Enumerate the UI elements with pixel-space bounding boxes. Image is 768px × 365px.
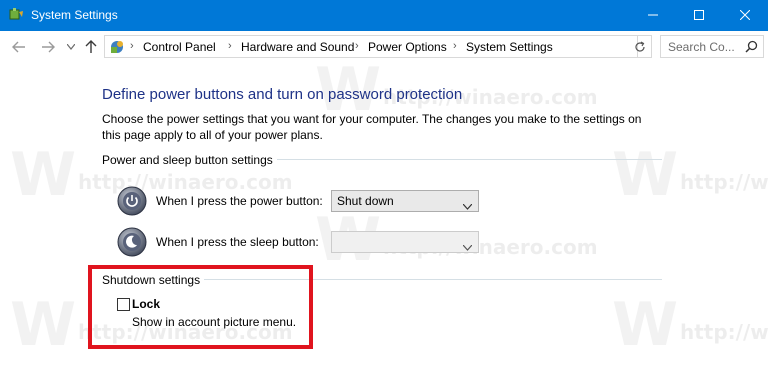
watermark-text: http://winaero.com — [680, 170, 768, 194]
refresh-icon — [634, 40, 645, 52]
power-options-icon — [8, 7, 24, 23]
breadcrumb-separator-icon: › — [228, 40, 232, 52]
power-sleep-group-label: Power and sleep button settings — [102, 153, 277, 167]
control-panel-icon — [109, 39, 125, 55]
power-button-label: When I press the power button: — [156, 194, 323, 208]
page-title: Define power buttons and turn on passwor… — [102, 86, 463, 103]
power-button-value: Shut down — [337, 194, 394, 208]
watermark-logo: W — [10, 140, 77, 210]
breadcrumb-control-panel[interactable]: Control Panel — [143, 40, 216, 54]
breadcrumb-separator-icon: › — [355, 40, 359, 52]
watermark-text: http://winaero.com — [680, 320, 768, 344]
back-button[interactable] — [11, 39, 27, 55]
sleep-button-select[interactable] — [331, 231, 479, 253]
minimize-icon — [648, 9, 658, 23]
highlight-box — [88, 265, 313, 349]
search-placeholder: Search Co... — [668, 40, 735, 54]
close-button[interactable] — [722, 0, 768, 31]
breadcrumb-separator-icon: › — [453, 40, 457, 52]
up-arrow-icon — [85, 40, 97, 53]
minimize-button[interactable] — [630, 0, 676, 31]
breadcrumb-hardware-sound[interactable]: Hardware and Sound — [241, 40, 354, 54]
power-button-select[interactable]: Shut down — [331, 190, 479, 212]
chevron-down-icon — [462, 199, 473, 213]
window-title: System Settings — [31, 8, 118, 22]
recent-locations-button[interactable] — [63, 39, 79, 55]
maximize-icon — [694, 9, 704, 23]
up-button[interactable] — [83, 39, 99, 55]
breadcrumb-system-settings[interactable]: System Settings — [466, 40, 553, 54]
watermark-text: http://winaero.com — [78, 170, 293, 194]
chevron-down-icon — [462, 240, 473, 254]
breadcrumb-power-options[interactable]: Power Options — [368, 40, 447, 54]
forward-arrow-icon — [42, 41, 55, 53]
close-icon — [739, 9, 751, 23]
watermark-logo: W — [612, 140, 679, 210]
search-icon[interactable] — [745, 40, 758, 56]
power-button-icon — [117, 186, 147, 216]
address-bar[interactable]: › Control Panel › Hardware and Sound › P… — [104, 35, 727, 58]
refresh-button[interactable] — [628, 35, 652, 58]
watermark-logo: W — [612, 290, 679, 360]
title-bar[interactable]: System Settings — [0, 0, 768, 31]
sleep-button-icon — [117, 227, 147, 257]
page-description: Choose the power settings that you want … — [102, 112, 642, 142]
back-arrow-icon — [12, 41, 25, 53]
forward-button[interactable] — [40, 39, 56, 55]
breadcrumb-separator-icon: › — [130, 40, 134, 52]
watermark-logo: W — [10, 290, 77, 360]
sleep-button-label: When I press the sleep button: — [156, 235, 319, 249]
maximize-button[interactable] — [676, 0, 722, 31]
search-input[interactable]: Search Co... — [660, 35, 764, 58]
chevron-down-icon — [67, 44, 75, 50]
